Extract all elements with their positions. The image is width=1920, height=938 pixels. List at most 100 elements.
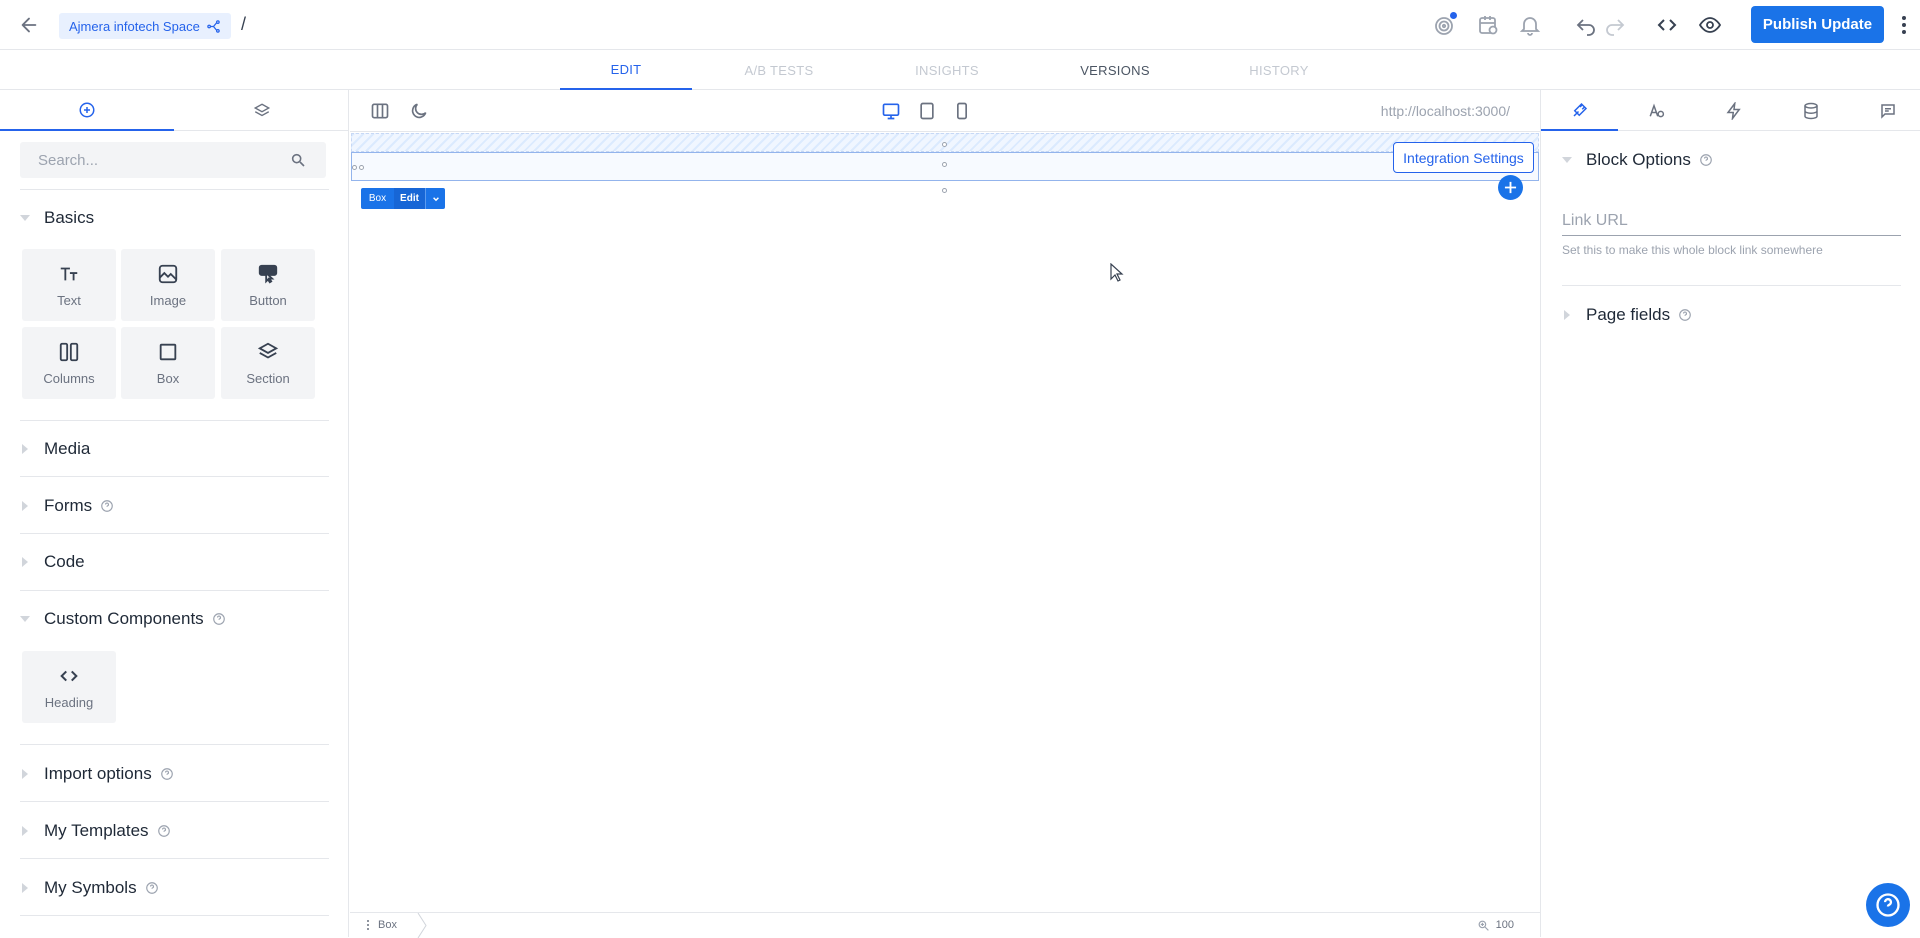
section-my-symbols[interactable]: My Symbols <box>20 876 159 900</box>
section-title: Custom Components <box>44 609 204 628</box>
moon-icon[interactable] <box>409 101 429 121</box>
block-label: Button <box>249 292 287 308</box>
eye-icon[interactable] <box>1698 13 1722 37</box>
help-button[interactable] <box>1866 883 1910 927</box>
search-field <box>20 142 326 178</box>
preview-url[interactable]: http://localhost:3000/ <box>1381 103 1510 119</box>
mobile-icon[interactable] <box>952 101 972 121</box>
tab-history[interactable]: HISTORY <box>1214 50 1344 90</box>
mode-tabs: EDIT A/B TESTS INSIGHTS VERSIONS HISTORY <box>0 50 1920 90</box>
tab-data[interactable] <box>1772 90 1849 131</box>
tab-add-blocks[interactable] <box>0 90 174 131</box>
section-block-options[interactable]: Block Options <box>1562 148 1713 172</box>
desktop-icon[interactable] <box>881 101 901 121</box>
undo-icon[interactable] <box>1574 13 1598 37</box>
section-forms[interactable]: Forms <box>20 494 114 518</box>
branch-icon <box>207 19 220 33</box>
search-input[interactable] <box>20 142 326 178</box>
section-import-options[interactable]: Import options <box>20 762 174 786</box>
add-block-button[interactable] <box>1498 175 1523 200</box>
caret-right-icon <box>22 769 28 779</box>
columns-icon <box>59 342 79 361</box>
space-name: Ajmera infotech Space <box>69 18 200 34</box>
section-code[interactable]: Code <box>20 550 85 574</box>
section-title: Block Options <box>1586 150 1691 169</box>
resize-handle[interactable] <box>352 165 357 170</box>
calendar-icon[interactable] <box>1476 13 1500 37</box>
help-circle-icon[interactable] <box>145 881 159 895</box>
redo-icon[interactable] <box>1603 13 1627 37</box>
database-icon <box>1803 102 1818 119</box>
section-custom-components[interactable]: Custom Components <box>20 607 226 631</box>
resize-handle[interactable] <box>942 142 947 147</box>
notification-dot <box>1450 12 1457 19</box>
columns-layout-icon[interactable] <box>370 101 390 121</box>
caret-right-icon <box>22 883 28 893</box>
resize-handle[interactable] <box>359 165 364 170</box>
resize-handle[interactable] <box>942 188 947 193</box>
tablet-icon[interactable] <box>917 101 937 121</box>
tab-layers[interactable] <box>175 90 349 131</box>
publish-button[interactable]: Publish Update <box>1751 6 1884 43</box>
block-toolbar: Box Edit <box>361 188 445 209</box>
tab-style[interactable] <box>1541 90 1618 131</box>
tab-interactions[interactable] <box>1695 90 1772 131</box>
section-page-fields[interactable]: Page fields <box>1562 303 1692 327</box>
target-icon[interactable] <box>1432 12 1457 37</box>
link-url-input[interactable] <box>1562 206 1901 235</box>
tab-edit[interactable]: EDIT <box>560 50 692 90</box>
caret-right-icon <box>1564 310 1570 320</box>
caret-right-icon <box>22 501 28 511</box>
divider <box>20 533 329 534</box>
section-my-templates[interactable]: My Templates <box>20 819 171 843</box>
block-edit-button[interactable]: Edit <box>394 188 425 209</box>
help-circle-icon[interactable] <box>100 499 114 513</box>
zoom-level[interactable]: 100 <box>1496 919 1514 931</box>
section-basics[interactable]: Basics <box>20 206 94 230</box>
section-media[interactable]: Media <box>20 437 90 461</box>
code-icon[interactable] <box>1655 13 1679 37</box>
divider <box>20 189 329 190</box>
block-type-label[interactable]: Box <box>361 188 394 209</box>
bolt-icon <box>1726 101 1741 120</box>
tab-versions[interactable]: VERSIONS <box>1050 50 1180 90</box>
resize-handle[interactable] <box>942 162 947 167</box>
block-section[interactable]: Section <box>221 327 315 399</box>
block-heading[interactable]: Heading <box>22 651 116 723</box>
code-brackets-icon <box>60 670 78 681</box>
space-selector[interactable]: Ajmera infotech Space <box>59 13 231 39</box>
text-icon <box>60 267 78 280</box>
zoom-icon[interactable] <box>1477 919 1490 932</box>
integration-settings-button[interactable]: Integration Settings <box>1393 142 1534 173</box>
search-icon <box>291 153 305 167</box>
tab-typography[interactable] <box>1618 90 1695 131</box>
help-circle-icon[interactable] <box>1678 308 1692 322</box>
block-button[interactable]: Button <box>221 249 315 321</box>
section-icon <box>257 342 279 359</box>
drag-handle-icon[interactable] <box>366 919 370 931</box>
tab-insights[interactable]: INSIGHTS <box>882 50 1012 90</box>
right-panel: Block Options Set this to make this whol… <box>1540 90 1920 937</box>
help-circle-icon[interactable] <box>157 824 171 838</box>
block-image[interactable]: Image <box>121 249 215 321</box>
canvas[interactable]: Integration Settings Box Edit <box>350 132 1540 912</box>
bell-icon[interactable] <box>1518 13 1542 37</box>
divider <box>20 858 329 859</box>
block-label: Heading <box>44 694 94 710</box>
block-box[interactable]: Box <box>121 327 215 399</box>
block-text[interactable]: Text <box>22 249 116 321</box>
breadcrumb-box[interactable]: Box <box>378 919 397 931</box>
help-circle-icon[interactable] <box>212 612 226 626</box>
chevron-down-icon <box>432 196 439 201</box>
block-label: Text <box>57 292 81 308</box>
help-circle-icon[interactable] <box>1699 153 1713 167</box>
more-vertical-icon[interactable] <box>1896 13 1912 37</box>
link-url-helper-text: Set this to make this whole block link s… <box>1562 243 1823 257</box>
block-columns[interactable]: Columns <box>22 327 116 399</box>
block-menu-button[interactable] <box>425 188 445 209</box>
tab-ab-tests[interactable]: A/B TESTS <box>714 50 844 90</box>
back-arrow-icon[interactable] <box>18 14 40 36</box>
help-circle-icon[interactable] <box>160 767 174 781</box>
tab-comments[interactable] <box>1849 90 1920 131</box>
plus-icon <box>1504 181 1517 194</box>
